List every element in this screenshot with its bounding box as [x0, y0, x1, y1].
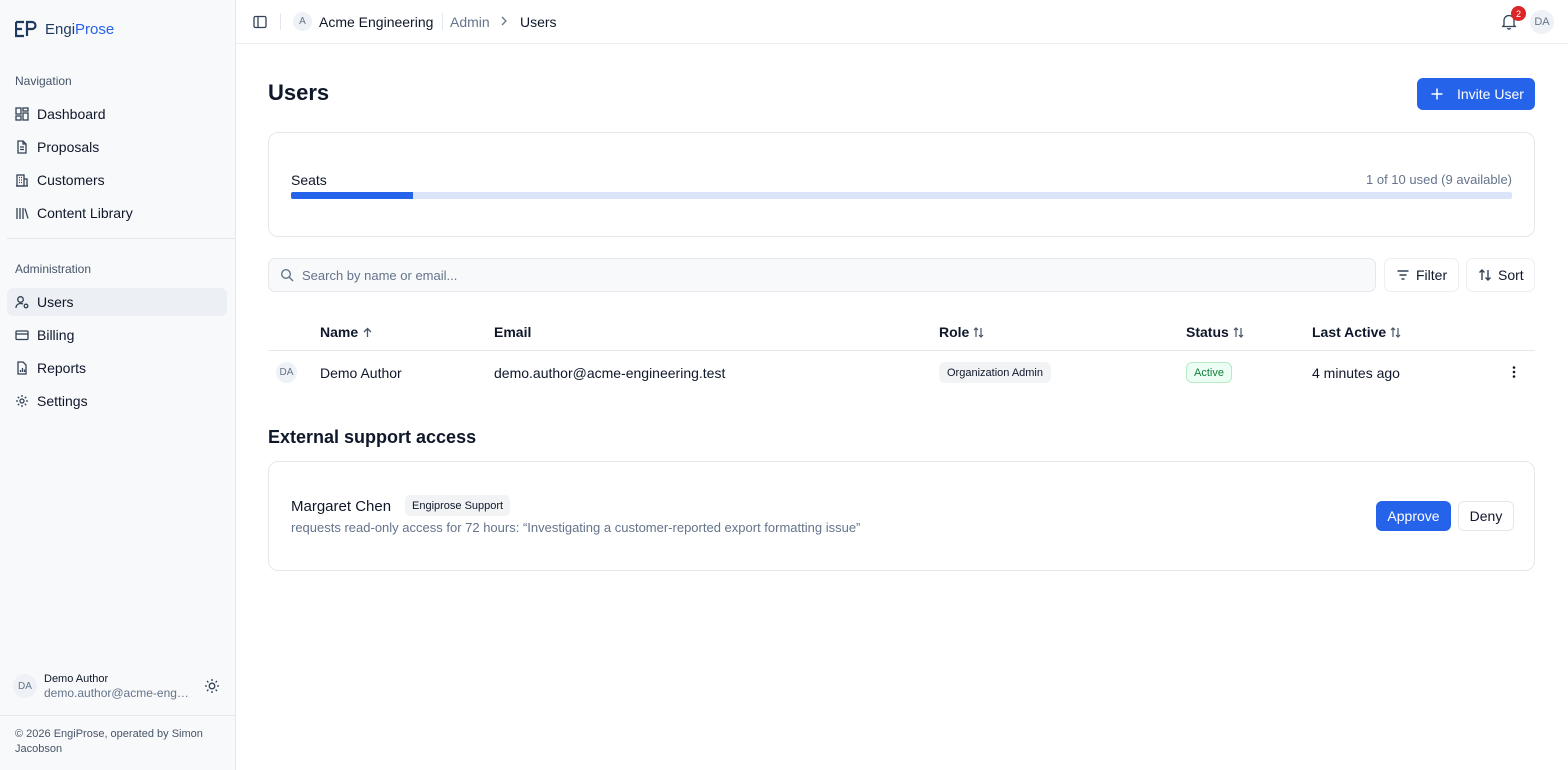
gear-icon	[15, 394, 29, 408]
chevron-right-icon	[499, 15, 509, 27]
table-header: Name Email Role Status Last Active	[268, 312, 1535, 351]
sort-icon	[973, 326, 984, 338]
search-icon	[280, 268, 294, 282]
requester-name: Margaret Chen	[291, 498, 392, 515]
search-input[interactable]	[302, 267, 1302, 283]
page-title: Users	[268, 80, 330, 105]
brand-name: EngiProse	[45, 20, 115, 38]
sidebar-item-label: Reports	[37, 360, 87, 376]
notification-badge: 2	[1511, 6, 1526, 21]
section-title: External support access	[268, 427, 477, 447]
sidebar-item-proposals[interactable]: Proposals	[7, 133, 227, 161]
sort-icon	[1390, 326, 1401, 338]
role-badge: Organization Admin	[939, 362, 1051, 383]
more-vertical-icon[interactable]	[1506, 364, 1522, 380]
sidebar-item-reports[interactable]: Reports	[7, 354, 227, 382]
sidebar-item-users[interactable]: Users	[7, 288, 227, 316]
nav-heading: Navigation	[15, 74, 72, 88]
user-gear-icon	[15, 295, 29, 309]
seats-progress-bar	[291, 192, 1512, 199]
request-description: requests read-only access for 72 hours: …	[291, 520, 861, 535]
avatar: DA	[276, 362, 297, 383]
sidebar-item-settings[interactable]: Settings	[7, 387, 227, 415]
user-avatar[interactable]: DA	[1530, 10, 1554, 34]
user-name: Demo Author	[320, 365, 402, 381]
column-header-last-active[interactable]: Last Active	[1312, 324, 1401, 340]
plus-icon	[1430, 87, 1444, 101]
seats-usage: 1 of 10 used (9 available)	[1366, 172, 1512, 187]
divider	[280, 13, 281, 30]
sidebar-item-label: Billing	[37, 327, 75, 343]
column-header-status[interactable]: Status	[1186, 324, 1244, 340]
seats-card: Seats 1 of 10 used (9 available)	[268, 132, 1535, 237]
library-icon	[15, 206, 29, 220]
sort-icon	[1478, 268, 1492, 282]
document-icon	[15, 140, 29, 154]
sidebar: EngiProse Navigation Dashboard Proposals…	[0, 0, 236, 770]
org-switcher[interactable]: Acme Engineering	[319, 14, 433, 30]
sidebar-item-label: Dashboard	[37, 106, 106, 122]
seats-progress-fill	[291, 192, 414, 199]
arrow-up-icon	[362, 327, 373, 338]
filter-button[interactable]: Filter	[1384, 258, 1459, 292]
filter-label: Filter	[1416, 267, 1448, 283]
invite-user-button[interactable]: Invite User	[1417, 78, 1535, 110]
column-header-role[interactable]: Role	[939, 324, 984, 340]
topbar: A Acme Engineering Admin Users 2 DA	[236, 0, 1568, 44]
support-badge: Engiprose Support	[405, 495, 511, 516]
column-header-email: Email	[494, 324, 532, 340]
status-badge: Active	[1186, 362, 1232, 383]
table-row[interactable]: DA Demo Author demo.author@acme-engineer…	[268, 352, 1535, 393]
filter-icon	[1396, 268, 1410, 282]
sidebar-item-label: Proposals	[37, 139, 100, 155]
sun-icon[interactable]	[204, 678, 220, 694]
breadcrumb-admin[interactable]: Admin	[450, 14, 490, 30]
deny-button[interactable]: Deny	[1458, 501, 1514, 531]
sidebar-item-label: Users	[37, 294, 74, 310]
avatar: DA	[13, 674, 37, 698]
search-field[interactable]	[268, 258, 1376, 292]
sort-icon	[1233, 326, 1244, 338]
sidebar-item-customers[interactable]: Customers	[7, 166, 227, 194]
user-email: demo.author@acme-engineering.test	[494, 365, 726, 381]
sidebar-item-content-library[interactable]: Content Library	[7, 199, 227, 227]
dashboard-icon	[15, 107, 29, 121]
sidebar-item-label: Content Library	[37, 205, 133, 221]
org-avatar[interactable]: A	[293, 12, 312, 31]
sidebar-item-billing[interactable]: Billing	[7, 321, 227, 349]
column-header-name[interactable]: Name	[320, 324, 373, 340]
sidebar-toggle-icon[interactable]	[253, 15, 267, 29]
main-content: A Acme Engineering Admin Users 2 DA User…	[236, 0, 1568, 770]
seats-label: Seats	[291, 172, 327, 188]
sidebar-footer-text: © 2026 EngiProse, operated by Simon Jaco…	[15, 728, 203, 755]
sidebar-user[interactable]: DA Demo Author demo.author@acme-engineer…	[0, 668, 235, 704]
sidebar-item-label: Customers	[37, 172, 105, 188]
last-active: 4 minutes ago	[1312, 365, 1400, 381]
sort-button[interactable]: Sort	[1466, 258, 1535, 292]
sidebar-divider	[7, 238, 235, 239]
credit-card-icon	[15, 328, 29, 342]
sidebar-item-dashboard[interactable]: Dashboard	[7, 100, 227, 128]
approve-button[interactable]: Approve	[1376, 501, 1451, 531]
invite-user-label: Invite User	[1457, 86, 1524, 102]
breadcrumb-current: Users	[520, 14, 557, 30]
building-icon	[15, 173, 29, 187]
admin-heading: Administration	[15, 262, 92, 276]
brand[interactable]: EngiProse	[0, 0, 235, 58]
divider	[442, 13, 443, 30]
sidebar-footer-divider	[0, 715, 235, 716]
sidebar-item-label: Settings	[37, 393, 88, 409]
report-icon	[15, 361, 29, 375]
sidebar-user-email: demo.author@acme-engineering.test	[44, 686, 189, 700]
engiprose-logo-icon	[14, 20, 37, 38]
sidebar-user-name: Demo Author	[44, 673, 109, 685]
sort-label: Sort	[1498, 267, 1524, 283]
support-request-card: Margaret Chen Engiprose Support requests…	[268, 461, 1535, 571]
